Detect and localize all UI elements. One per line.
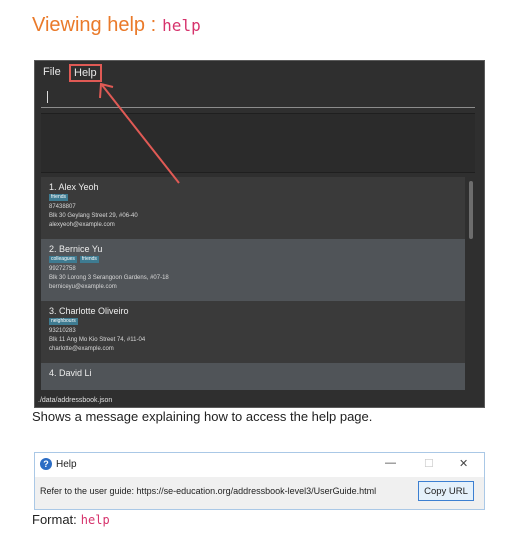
command-box[interactable] <box>41 88 475 108</box>
help-dialog: ? Help — ☐ ✕ Refer to the user guide: ht… <box>34 452 485 510</box>
person-tag: colleagues <box>49 256 77 263</box>
list-scrollbar[interactable] <box>467 177 475 390</box>
heading-text: Viewing help : <box>32 14 157 36</box>
person-address: Blk 30 Lorong 3 Serangoon Gardens, #07-1… <box>49 275 169 281</box>
maximize-button[interactable]: ☐ <box>424 457 434 470</box>
heading-command-code: help <box>162 16 201 35</box>
person-email: charlotte@example.com <box>49 346 114 352</box>
description-text: Shows a message explaining how to access… <box>32 409 373 424</box>
dialog-titlebar: ? Help — ☐ ✕ <box>35 453 484 477</box>
minimize-button[interactable]: — <box>385 457 396 469</box>
person-name: 3. Charlotte Oliveiro <box>49 306 129 316</box>
result-display <box>41 113 475 173</box>
status-bar-path: ./data/addressbook.json <box>38 397 113 404</box>
addressbook-app-screenshot: File Help 1. Alex Yeoh friends 87438807 … <box>34 60 485 408</box>
section-heading: Viewing help : help <box>32 14 201 37</box>
menu-file[interactable]: File <box>43 66 61 78</box>
person-tags: neighbours <box>49 318 81 327</box>
format-command-code: help <box>80 513 110 527</box>
person-email: berniceyu@example.com <box>49 284 117 290</box>
format-line: Format: help <box>32 512 110 527</box>
menu-help[interactable]: Help <box>69 64 102 82</box>
text-cursor <box>47 91 48 103</box>
help-message: Refer to the user guide: https://se-educ… <box>40 486 377 496</box>
person-email: alexyeoh@example.com <box>49 222 115 228</box>
menu-bar: File Help <box>35 61 484 85</box>
format-label: Format: <box>32 512 77 527</box>
person-name: 2. Bernice Yu <box>49 244 103 254</box>
dialog-title: Help <box>56 459 77 470</box>
person-card[interactable]: 3. Charlotte Oliveiro neighbours 9321028… <box>41 301 465 363</box>
person-phone: 87438807 <box>49 204 76 210</box>
person-card[interactable]: 4. David Li <box>41 363 465 390</box>
person-address: Blk 30 Geylang Street 29, #06-40 <box>49 213 138 219</box>
person-tags: friends <box>49 194 71 203</box>
copy-url-button[interactable]: Copy URL <box>418 481 474 501</box>
person-card[interactable]: 1. Alex Yeoh friends 87438807 Blk 30 Gey… <box>41 177 465 239</box>
person-card[interactable]: 2. Bernice Yu colleagues friends 99272758… <box>41 239 465 301</box>
person-list[interactable]: 1. Alex Yeoh friends 87438807 Blk 30 Gey… <box>41 177 465 390</box>
person-tag: friends <box>49 194 69 201</box>
question-icon: ? <box>40 458 52 470</box>
person-tag: neighbours <box>49 318 78 325</box>
person-address: Blk 11 Ang Mo Kio Street 74, #11-04 <box>49 337 146 343</box>
person-name: 1. Alex Yeoh <box>49 182 99 192</box>
scrollbar-thumb[interactable] <box>469 181 473 239</box>
person-tag: friends <box>79 256 99 263</box>
close-button[interactable]: ✕ <box>459 457 468 470</box>
person-name: 4. David Li <box>49 368 92 378</box>
person-tags: colleagues friends <box>49 256 102 265</box>
person-phone: 93210283 <box>49 328 76 334</box>
person-phone: 99272758 <box>49 266 76 272</box>
